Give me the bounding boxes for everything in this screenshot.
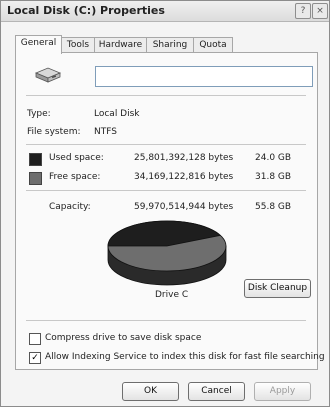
help-button[interactable]: ? [295,3,311,19]
used-space-gb: 24.0 GB [255,153,292,163]
capacity-label: Capacity: [49,202,91,212]
tab-sharing[interactable]: Sharing [146,37,194,53]
separator [26,320,306,321]
separator [26,190,306,191]
tab-tools[interactable]: Tools [61,37,95,53]
indexing-label[interactable]: Allow Indexing Service to index this dis… [45,352,325,362]
volume-label-input[interactable] [95,66,313,87]
title-bar[interactable]: Local Disk (C:) Properties ? × [1,1,329,22]
tab-quota[interactable]: Quota [193,37,233,53]
cancel-button[interactable]: Cancel [188,382,245,401]
used-space-swatch [29,153,42,166]
type-value: Local Disk [94,109,140,119]
used-space-bytes: 25,801,392,128 bytes [134,153,234,163]
tab-hardware[interactable]: Hardware [94,37,147,53]
compress-checkbox[interactable] [29,333,41,345]
window-title: Local Disk (C:) Properties [7,4,165,17]
properties-dialog: Local Disk (C:) Properties ? × General T… [0,0,330,407]
capacity-bytes: 59,970,514,944 bytes [134,202,234,212]
close-button[interactable]: × [312,3,328,19]
indexing-checkbox[interactable]: ✓ [29,352,41,364]
hard-drive-icon [34,67,62,83]
capacity-gb: 55.8 GB [255,202,292,212]
general-panel: Type: Local Disk File system: NTFS Used … [15,52,325,370]
free-space-gb: 31.8 GB [255,172,292,182]
disk-cleanup-button[interactable]: Disk Cleanup [244,279,311,298]
type-label: Type: [27,109,51,119]
free-space-swatch [29,172,42,185]
compress-label[interactable]: Compress drive to save disk space [45,333,201,343]
file-system-value: NTFS [94,127,117,137]
file-system-label: File system: [27,127,81,137]
separator [26,144,306,145]
drive-caption: Drive C [155,290,189,300]
ok-button[interactable]: OK [122,382,179,401]
separator [26,95,306,96]
free-space-bytes: 34,169,122,816 bytes [134,172,234,182]
tab-general[interactable]: General [15,35,62,54]
disk-usage-pie [107,220,227,286]
apply-button[interactable]: Apply [254,382,311,401]
used-space-label: Used space: [49,153,104,163]
free-space-label: Free space: [49,172,101,182]
